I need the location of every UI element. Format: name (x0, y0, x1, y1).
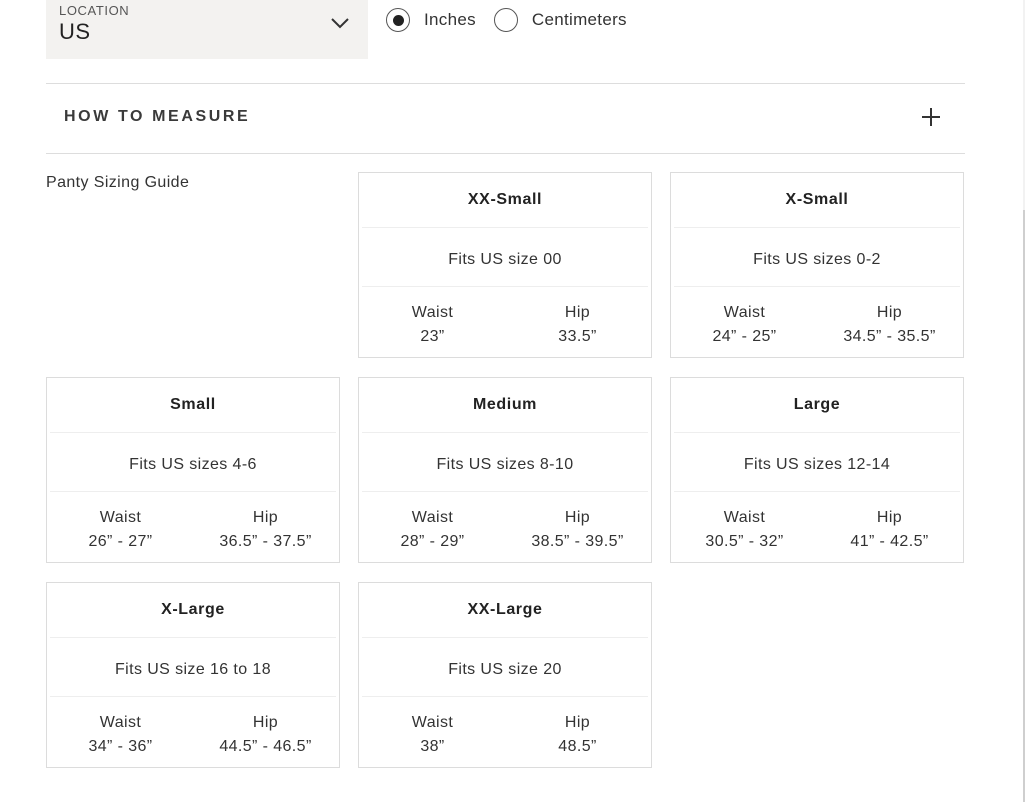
card-divider (674, 286, 960, 287)
size-name: X-Large (161, 601, 225, 618)
waist-column: Waist 30.5” - 32” (671, 506, 818, 554)
card-divider (50, 432, 336, 433)
card-divider (362, 696, 648, 697)
card-divider (50, 491, 336, 492)
how-to-measure-accordion[interactable]: HOW TO MEASURE (46, 84, 965, 153)
size-fits: Fits US size 16 to 18 (114, 661, 272, 678)
hip-value: 34.5” - 35.5” (843, 328, 936, 345)
hip-value: 38.5” - 39.5” (531, 533, 624, 550)
plus-icon[interactable] (921, 107, 941, 127)
guide-title: Panty Sizing Guide (46, 174, 190, 191)
size-fits: Fits US sizes 4-6 (129, 456, 257, 473)
waist-label: Waist (723, 304, 766, 321)
waist-label: Waist (99, 509, 142, 526)
waist-column: Waist 34” - 36” (47, 711, 194, 759)
hip-column: Hip 36.5” - 37.5” (192, 506, 339, 554)
unit-radio-group: Inches Centimeters (386, 5, 645, 35)
waist-value: 26” - 27” (88, 533, 153, 550)
hip-label: Hip (252, 714, 279, 731)
hip-value: 48.5” (558, 738, 597, 755)
card-divider (362, 432, 648, 433)
card-divider (362, 491, 648, 492)
unit-option-inches[interactable]: Inches (386, 8, 476, 32)
size-card-xx-large: XX-Large Fits US size 20 Waist 38” Hip 4… (358, 582, 652, 768)
waist-value: 34” - 36” (88, 738, 153, 755)
location-select[interactable]: LOCATION US (46, 0, 368, 59)
waist-value: 24” - 25” (712, 328, 777, 345)
waist-value: 38” (420, 738, 445, 755)
size-name: Large (793, 396, 841, 413)
size-name: XX-Large (467, 601, 543, 618)
radio-label-inches: Inches (424, 10, 476, 29)
size-name: XX-Small (467, 191, 543, 208)
size-fits: Fits US size 00 (448, 251, 562, 268)
hip-value: 44.5” - 46.5” (219, 738, 312, 755)
size-card-x-small: X-Small Fits US sizes 0-2 Waist 24” - 25… (670, 172, 964, 358)
card-divider (674, 432, 960, 433)
radio-inches[interactable] (386, 8, 410, 32)
waist-label: Waist (411, 304, 454, 321)
waist-column: Waist 26” - 27” (47, 506, 194, 554)
size-fits: Fits US sizes 8-10 (436, 456, 574, 473)
card-divider (362, 286, 648, 287)
size-fits: Fits US sizes 12-14 (743, 456, 891, 473)
waist-value: 28” - 29” (400, 533, 465, 550)
size-fits: Fits US size 20 (448, 661, 562, 678)
waist-column: Waist 28” - 29” (359, 506, 506, 554)
waist-value: 30.5” - 32” (705, 533, 784, 550)
size-card-large: Large Fits US sizes 12-14 Waist 30.5” - … (670, 377, 964, 563)
waist-label: Waist (411, 714, 454, 731)
divider (46, 153, 965, 154)
hip-value: 36.5” - 37.5” (219, 533, 312, 550)
hip-column: Hip 34.5” - 35.5” (816, 301, 963, 349)
hip-column: Hip 38.5” - 39.5” (504, 506, 651, 554)
card-divider (362, 637, 648, 638)
hip-label: Hip (564, 304, 591, 321)
radio-label-centimeters: Centimeters (531, 10, 627, 29)
waist-label: Waist (411, 509, 454, 526)
size-guide-page: LOCATION US Inches Centimeters HOW TO ME… (0, 0, 1025, 802)
hip-label: Hip (876, 304, 903, 321)
waist-column: Waist 38” (359, 711, 506, 759)
radio-selected-dot (392, 14, 404, 26)
card-divider (50, 696, 336, 697)
location-label: LOCATION (59, 3, 130, 18)
hip-value: 33.5” (558, 328, 597, 345)
size-name: Medium (472, 396, 538, 413)
card-divider (50, 637, 336, 638)
size-card-xx-small: XX-Small Fits US size 00 Waist 23” Hip 3… (358, 172, 652, 358)
hip-value: 41” - 42.5” (850, 533, 929, 550)
hip-label: Hip (564, 509, 591, 526)
size-card-medium: Medium Fits US sizes 8-10 Waist 28” - 29… (358, 377, 652, 563)
card-divider (674, 227, 960, 228)
hip-column: Hip 41” - 42.5” (816, 506, 963, 554)
size-card-x-large: X-Large Fits US size 16 to 18 Waist 34” … (46, 582, 340, 768)
location-value: US (59, 19, 91, 44)
hip-label: Hip (252, 509, 279, 526)
hip-label: Hip (876, 509, 903, 526)
waist-column: Waist 23” (359, 301, 506, 349)
waist-column: Waist 24” - 25” (671, 301, 818, 349)
hip-label: Hip (564, 714, 591, 731)
chevron-down-icon (331, 18, 349, 29)
size-fits: Fits US sizes 0-2 (753, 251, 881, 268)
radio-centimeters[interactable] (493, 8, 518, 32)
card-divider (674, 491, 960, 492)
waist-value: 23” (420, 328, 445, 345)
how-to-measure-title: HOW TO MEASURE (64, 108, 251, 125)
size-name: X-Small (785, 191, 849, 208)
waist-label: Waist (99, 714, 142, 731)
unit-option-centimeters[interactable]: Centimeters (493, 8, 627, 32)
size-card-small: Small Fits US sizes 4-6 Waist 26” - 27” … (46, 377, 340, 563)
card-divider (362, 227, 648, 228)
size-name: Small (170, 396, 216, 413)
waist-label: Waist (723, 509, 766, 526)
hip-column: Hip 33.5” (504, 301, 651, 349)
hip-column: Hip 44.5” - 46.5” (192, 711, 339, 759)
hip-column: Hip 48.5” (504, 711, 651, 759)
